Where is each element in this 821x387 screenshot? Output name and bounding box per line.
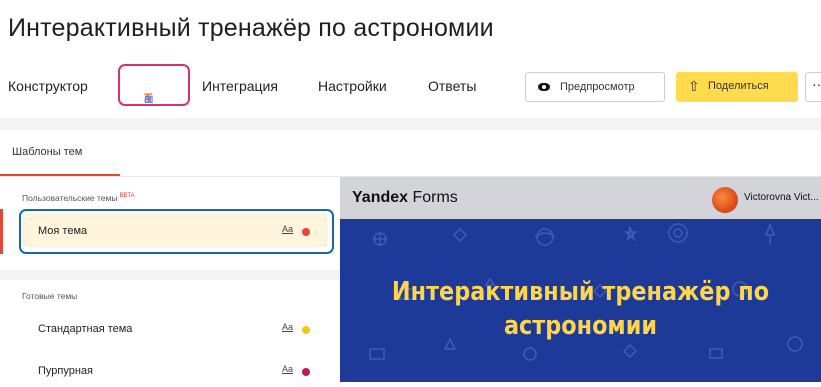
share-button-label: Поделиться: [708, 80, 769, 92]
nav-tab-settings[interactable]: Настройки: [318, 78, 387, 94]
preview-form-title: Интерактивный тренажёр по астрономии: [374, 275, 788, 343]
section-gap: [0, 118, 821, 130]
font-preview-icon: Aa: [282, 364, 294, 374]
ready-themes-label: Готовые темы: [22, 291, 78, 301]
preview-button[interactable]: Предпросмотр: [525, 72, 665, 102]
theme-color-dot: [302, 368, 310, 376]
theme-preview: Yandex Forms Victorovna Vict... Интеракт…: [340, 177, 821, 382]
theme-name: Пурпурная: [38, 365, 93, 377]
share-icon: ⇧: [688, 78, 700, 94]
tab-theme-templates[interactable]: Шаблоны тем: [0, 146, 120, 176]
share-button[interactable]: ⇧ Поделиться: [676, 72, 798, 102]
preview-title-line-2: астрономии: [503, 311, 658, 341]
beta-badge: BETA: [119, 193, 135, 199]
preview-button-label: Предпросмотр: [560, 81, 635, 93]
nav-tab-integration[interactable]: Интеграция: [202, 78, 278, 94]
nav-tab-theme[interactable]: Тема: [118, 64, 190, 106]
preview-header: Yandex Forms Victorovna Vict...: [340, 177, 821, 219]
avatar: [712, 187, 738, 213]
selected-indicator: [0, 209, 3, 254]
eye-icon: [538, 83, 550, 91]
font-preview-icon: Aa: [282, 322, 294, 332]
subtabs: Шаблоны тем: [0, 130, 821, 177]
theme-color-dot: [302, 326, 310, 334]
tab-theme-templates-label: Шаблоны тем: [12, 146, 83, 158]
top-nav: Конструктор Тема Интеграция Настройки От…: [0, 64, 821, 112]
more-button[interactable]: ··: [805, 72, 821, 102]
yandex-forms-logo: Yandex Forms: [352, 189, 458, 206]
sidebar-divider: [0, 270, 340, 280]
page-title: Интерактивный тренажёр по астрономии: [8, 14, 494, 42]
theme-name: Стандартная тема: [38, 323, 133, 335]
custom-themes-label: Пользовательские темы BETA: [22, 193, 135, 203]
user-name: Victorovna Vict...: [744, 192, 819, 203]
nav-tab-constructor[interactable]: Конструктор: [8, 78, 88, 94]
active-tab-underline: [0, 174, 120, 176]
nav-tab-answers[interactable]: Ответы: [428, 78, 476, 94]
selection-highlight: [19, 209, 334, 254]
theme-item-standard[interactable]: Стандартная тема Aa: [22, 311, 328, 345]
preview-title-line-1: Интерактивный тренажёр по: [391, 277, 770, 307]
